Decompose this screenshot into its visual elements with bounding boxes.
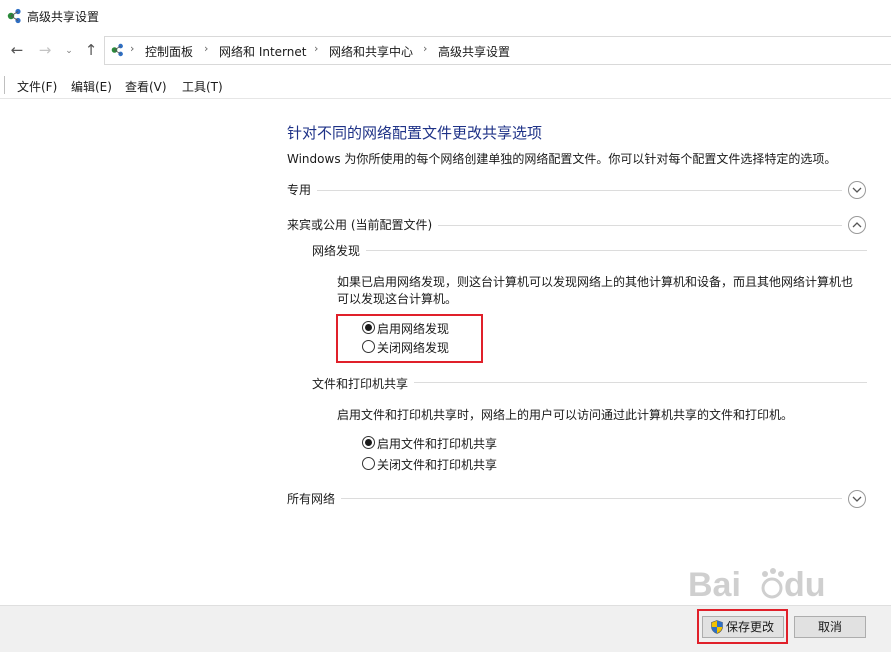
save-changes-button[interactable]: 保存更改 [702,616,784,638]
recent-locations-chevron-down-icon[interactable]: ⌄ [62,42,76,60]
forward-arrow-icon[interactable]: → [36,41,54,59]
title-bar [0,0,891,32]
radio-disable-file-printer-sharing[interactable]: 关闭文件和打印机共享 [362,456,512,472]
radio-enable-network-discovery[interactable]: 启用网络发现 [362,320,472,336]
menu-edit[interactable]: 编辑(E) [71,78,112,95]
collapse-guest-public-chevron-up-icon[interactable] [848,216,866,234]
up-arrow-icon[interactable]: ↑ [82,41,100,59]
network-discovery-description-line1: 如果已启用网络发现，则这台计算机可以发现网络上的其他计算机和设备，而且其他网络计… [337,275,854,289]
radio-button[interactable] [362,321,375,334]
radio-label: 关闭网络发现 [377,341,450,355]
radio-button[interactable] [362,340,375,353]
file-printer-sharing-description: 启用文件和打印机共享时，网络上的用户可以访问通过此计算机共享的文件和打印机。 [337,408,794,422]
back-arrow-icon[interactable]: ← [8,41,26,59]
breadcrumb-network-sharing-center[interactable]: 网络和共享中心 [329,43,413,60]
page-title: 针对不同的网络配置文件更改共享选项 [287,124,543,142]
breadcrumb-control-panel[interactable]: 控制面板 [145,43,193,60]
radio-disable-network-discovery[interactable]: 关闭网络发现 [362,339,472,355]
breadcrumb-separator-icon[interactable]: › [423,42,427,55]
network-app-icon [7,8,21,24]
cancel-button[interactable]: 取消 [794,616,866,638]
section-divider [287,190,842,191]
section-guest-public-label[interactable]: 来宾或公用 (当前配置文件) [287,216,439,233]
subsection-divider [312,250,867,251]
page-description: Windows 为你所使用的每个网络创建单独的网络配置文件。你可以针对每个配置文… [287,152,837,166]
radio-enable-file-printer-sharing[interactable]: 启用文件和打印机共享 [362,435,512,451]
network-discovery-description-line2: 可以发现这台计算机。 [337,292,458,306]
radio-button[interactable] [362,436,375,449]
network-discovery-label: 网络发现 [312,242,367,259]
expand-all-networks-chevron-down-icon[interactable] [848,490,866,508]
window-title: 高级共享设置 [27,10,100,24]
uac-shield-icon [711,620,723,634]
breadcrumb-separator-icon[interactable]: › [204,42,208,55]
network-location-icon [111,43,123,57]
radio-button[interactable] [362,457,375,470]
breadcrumb-separator-icon[interactable]: › [130,42,134,55]
menu-grip [4,76,5,94]
expand-private-chevron-down-icon[interactable] [848,181,866,199]
breadcrumb-separator-icon[interactable]: › [314,42,318,55]
file-printer-sharing-label: 文件和打印机共享 [312,375,415,392]
section-all-networks-label[interactable]: 所有网络 [287,490,342,507]
svg-text:Bai: Bai [688,566,741,604]
menu-tools[interactable]: 工具(T) [182,78,223,95]
radio-label: 启用网络发现 [377,322,450,336]
svg-text:du: du [784,566,826,604]
section-private-label[interactable]: 专用 [287,181,318,198]
menu-view[interactable]: 查看(V) [125,78,167,95]
radio-label: 启用文件和打印机共享 [377,437,498,451]
breadcrumb-advanced-sharing[interactable]: 高级共享设置 [438,43,510,60]
section-divider [287,498,842,499]
breadcrumb-network-internet[interactable]: 网络和 Internet [219,43,306,60]
radio-label: 关闭文件和打印机共享 [377,458,498,472]
baidu-watermark-icon: Bai du [688,566,826,604]
menu-file[interactable]: 文件(F) [17,78,57,95]
